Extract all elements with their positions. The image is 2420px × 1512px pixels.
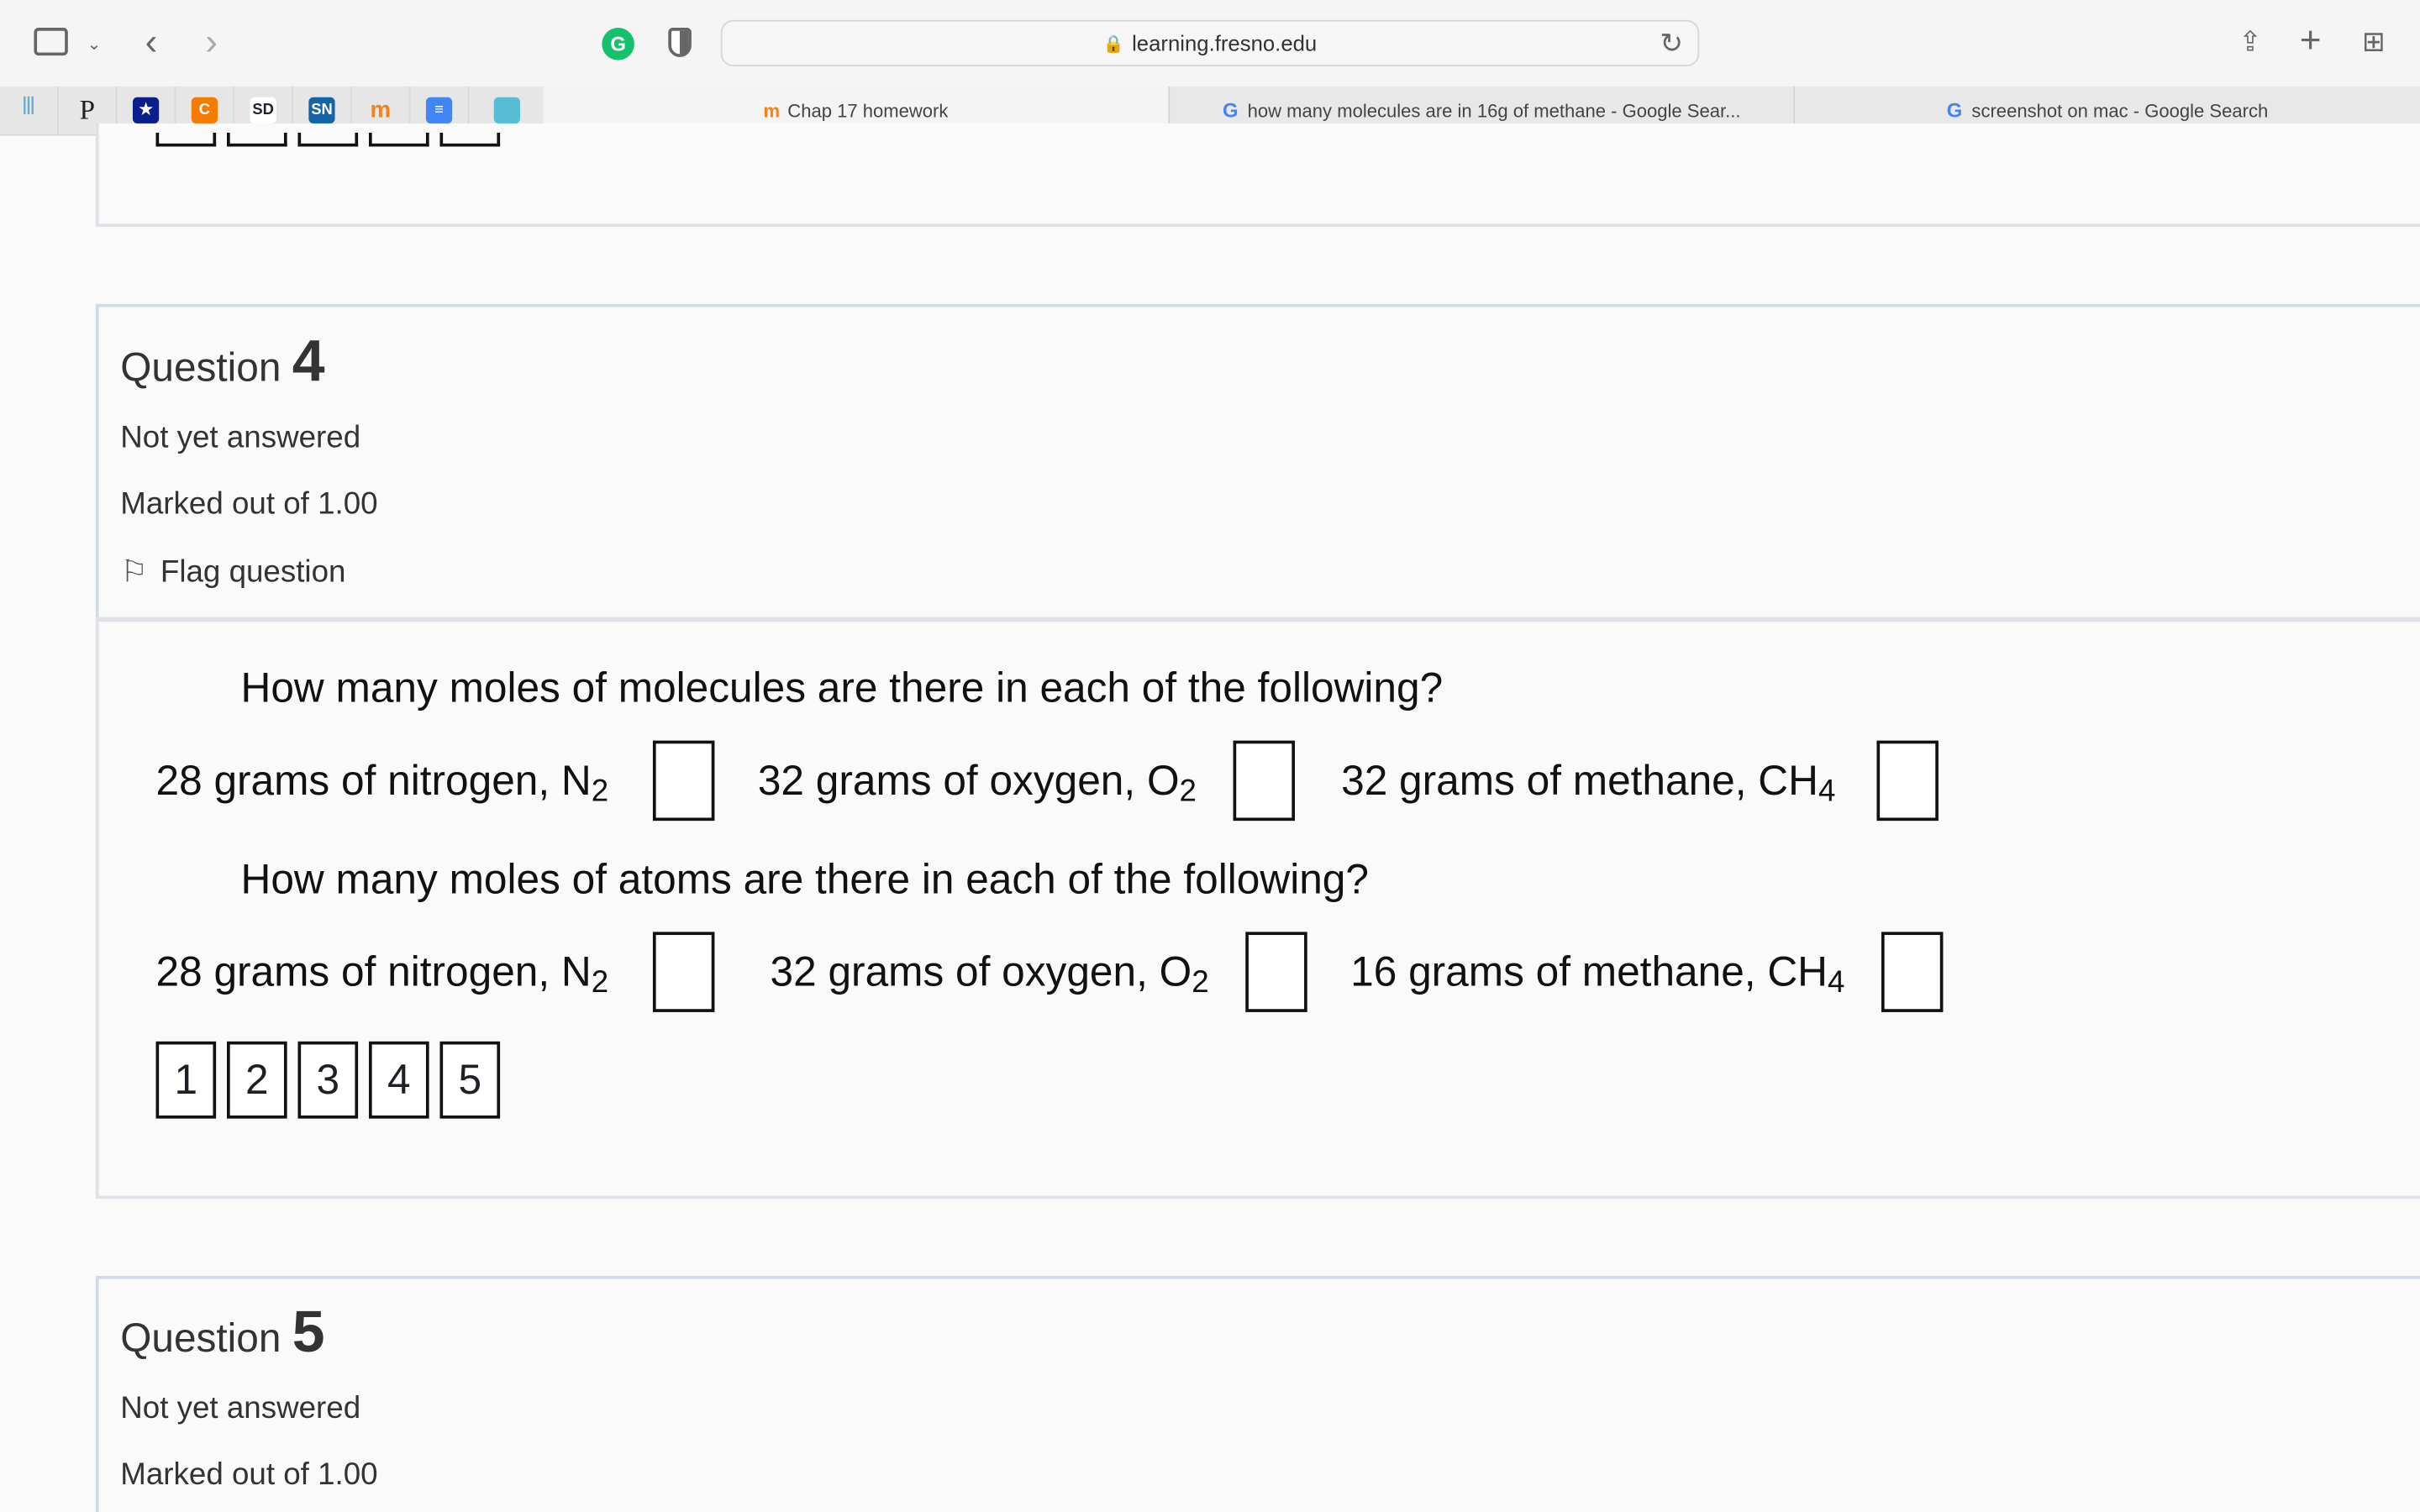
question-status: Not yet answered: [120, 421, 361, 455]
question-marks: Marked out of 1.00: [120, 487, 378, 522]
item-label: 32 grams of oxygen, O2: [770, 948, 1209, 1000]
drop-box-atoms-n2[interactable]: [652, 932, 715, 1012]
choice-tile-5[interactable]: 5: [439, 1041, 501, 1119]
choice-tile-stub[interactable]: [439, 132, 501, 147]
choice-tile-stub[interactable]: [227, 132, 287, 147]
star-shield-icon: ★: [132, 97, 160, 123]
item-label: 28 grams of nitrogen, N2: [155, 948, 609, 1000]
choice-tile-3[interactable]: 3: [297, 1041, 359, 1119]
drop-box-molecules-n2[interactable]: [652, 740, 715, 822]
google-icon: G: [1223, 98, 1239, 123]
question-title: Question 5: [120, 1300, 325, 1366]
flag-question-link[interactable]: ⚐ Flag question: [120, 553, 345, 591]
prompt-molecules: How many moles of molecules are there in…: [240, 664, 1444, 711]
choice-tile-stub[interactable]: [297, 132, 359, 147]
sn-icon: SN: [308, 97, 335, 123]
blue-square-icon: [492, 97, 520, 123]
browser-toolbar: ⌄ ‹ › G 🔒 learning.fresno.edu ↻ ⇪ + ⊞: [0, 0, 2420, 87]
flag-icon: ⚐: [120, 555, 149, 590]
item-label: 28 grams of nitrogen, N2: [155, 757, 609, 809]
tab-label: how many molecules are in 16g of methane…: [1247, 99, 1741, 122]
moodle-icon: m: [763, 99, 781, 122]
share-icon[interactable]: ⇪: [2235, 24, 2266, 58]
question-5-info: [95, 1275, 2420, 1512]
c-icon: C: [191, 97, 218, 123]
new-tab-icon[interactable]: +: [2295, 20, 2326, 62]
url-text: learning.fresno.edu: [1132, 30, 1318, 56]
item-label: 32 grams of methane, CH4: [1341, 757, 1836, 809]
forward-icon[interactable]: ›: [196, 22, 227, 64]
grammarly-icon[interactable]: G: [602, 28, 634, 60]
sidebar-toggle-icon[interactable]: [34, 28, 68, 56]
item-label: 32 grams of oxygen, O2: [757, 757, 1197, 809]
tab-label: screenshot on mac - Google Search: [1971, 99, 2269, 122]
choice-tile-stub[interactable]: [368, 132, 429, 147]
choice-tile-2[interactable]: 2: [227, 1041, 287, 1119]
docs-icon: ≡: [425, 97, 453, 123]
prompt-atoms: How many moles of atoms are there in eac…: [240, 856, 1369, 903]
back-icon[interactable]: ‹: [136, 22, 167, 64]
google-icon: G: [1946, 98, 1963, 123]
question-4-info: [95, 303, 2420, 621]
lock-icon: 🔒: [1102, 34, 1124, 54]
reload-icon[interactable]: ↻: [1658, 27, 1686, 58]
drop-box-atoms-ch4[interactable]: [1881, 932, 1944, 1012]
item-label: 16 grams of methane, CH4: [1350, 948, 1845, 1000]
chevron-down-icon[interactable]: ⌄: [83, 28, 105, 59]
moodle-icon: m: [370, 97, 392, 123]
question-marks: Marked out of 1.00: [120, 1457, 378, 1493]
choice-tile-stub[interactable]: [155, 132, 217, 147]
shield-icon[interactable]: [668, 28, 692, 57]
library-icon: 𝍫: [22, 94, 35, 121]
question-status: Not yet answered: [120, 1391, 361, 1426]
question-title: Question 4: [120, 330, 325, 396]
bookmark-library[interactable]: 𝍫: [0, 86, 59, 134]
p-icon: P: [79, 94, 95, 125]
sd-icon: SD: [250, 97, 276, 123]
drop-box-molecules-ch4[interactable]: [1876, 740, 1939, 822]
choice-tile-1[interactable]: 1: [155, 1041, 217, 1119]
choice-tile-4[interactable]: 4: [368, 1041, 429, 1119]
tab-label: Chap 17 homework: [787, 99, 949, 122]
drop-box-atoms-o2[interactable]: [1245, 932, 1307, 1012]
address-bar[interactable]: 🔒 learning.fresno.edu ↻: [720, 19, 1700, 66]
tab-overview-icon[interactable]: ⊞: [2359, 24, 2390, 58]
drop-box-molecules-o2[interactable]: [1233, 740, 1296, 822]
